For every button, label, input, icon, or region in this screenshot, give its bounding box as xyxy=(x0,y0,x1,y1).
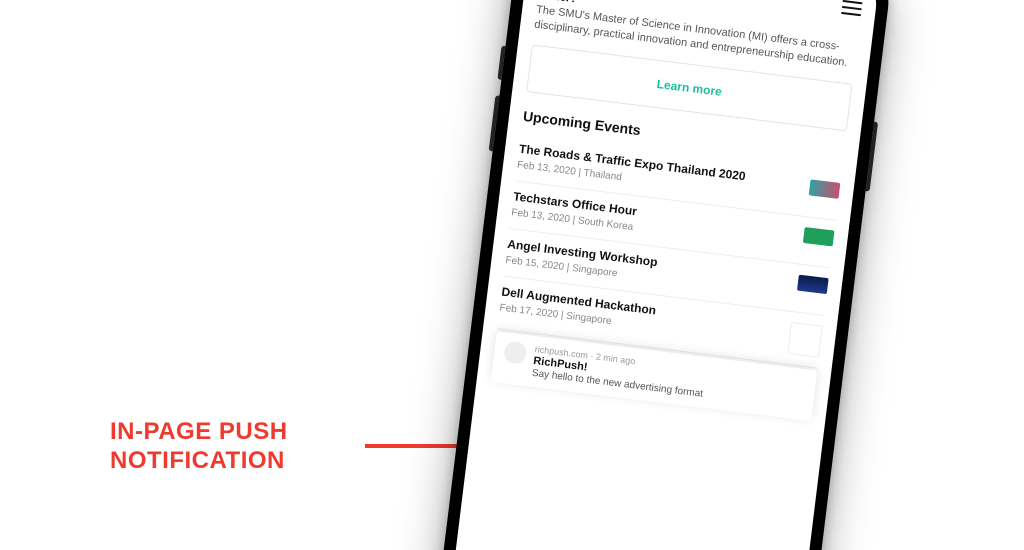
phone-mockup: e27.co e27 leader? Th xyxy=(434,0,894,550)
event-thumbnail xyxy=(809,179,841,199)
event-thumbnail xyxy=(803,227,835,247)
push-avatar-icon xyxy=(503,340,528,365)
event-thumbnail xyxy=(787,322,823,358)
annotation-line1: IN-PAGE PUSH xyxy=(110,418,288,447)
event-thumbnail xyxy=(797,274,829,294)
annotation-line2: NOTIFICATION xyxy=(110,447,288,476)
learn-more-link[interactable]: Learn more xyxy=(656,77,723,99)
hamburger-menu-icon[interactable] xyxy=(841,0,863,16)
annotation-callout: IN-PAGE PUSH NOTIFICATION xyxy=(110,418,288,476)
